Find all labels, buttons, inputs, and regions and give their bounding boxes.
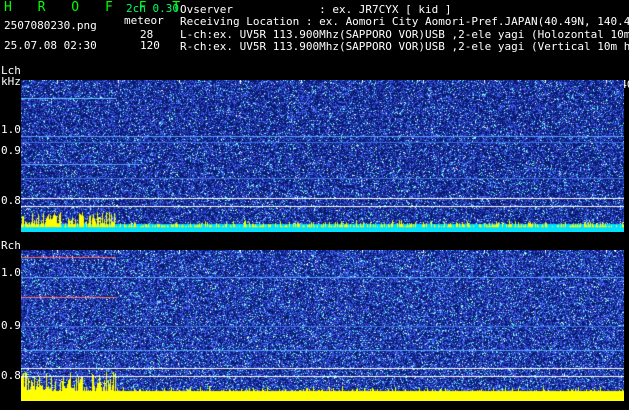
rch-meteor-count: 120: [140, 39, 160, 52]
rch-info-line: R-ch:ex. UV5R 113.900Mhz(SAPPORO VOR)USB…: [180, 40, 629, 53]
rch-ytick-1-0: 1.0: [1, 266, 21, 279]
rch-ytick-0-8: 0.8: [1, 369, 21, 382]
khz-unit-label: kHz: [1, 75, 21, 88]
hroft-window: H R O F F T 2ch 0.30 meteor 2507080230.p…: [0, 0, 629, 410]
lch-ytick-1-0: 1.0: [1, 123, 21, 136]
lch-spectrogram: [21, 80, 624, 232]
lch-ytick-0-8: 0.8: [1, 194, 21, 207]
location-line: Receiving Location : ex. Aomori City Aom…: [180, 15, 629, 28]
lch-ytick-0-9: 0.9: [1, 144, 21, 157]
rch-label: Rch: [1, 239, 21, 252]
datetime-label: 25.07.08 02:30: [4, 39, 97, 52]
filename-label: 2507080230.png: [4, 19, 97, 32]
rch-spectrogram: [21, 250, 624, 401]
meteor-label: meteor: [124, 14, 164, 27]
rch-ytick-0-9: 0.9: [1, 319, 21, 332]
